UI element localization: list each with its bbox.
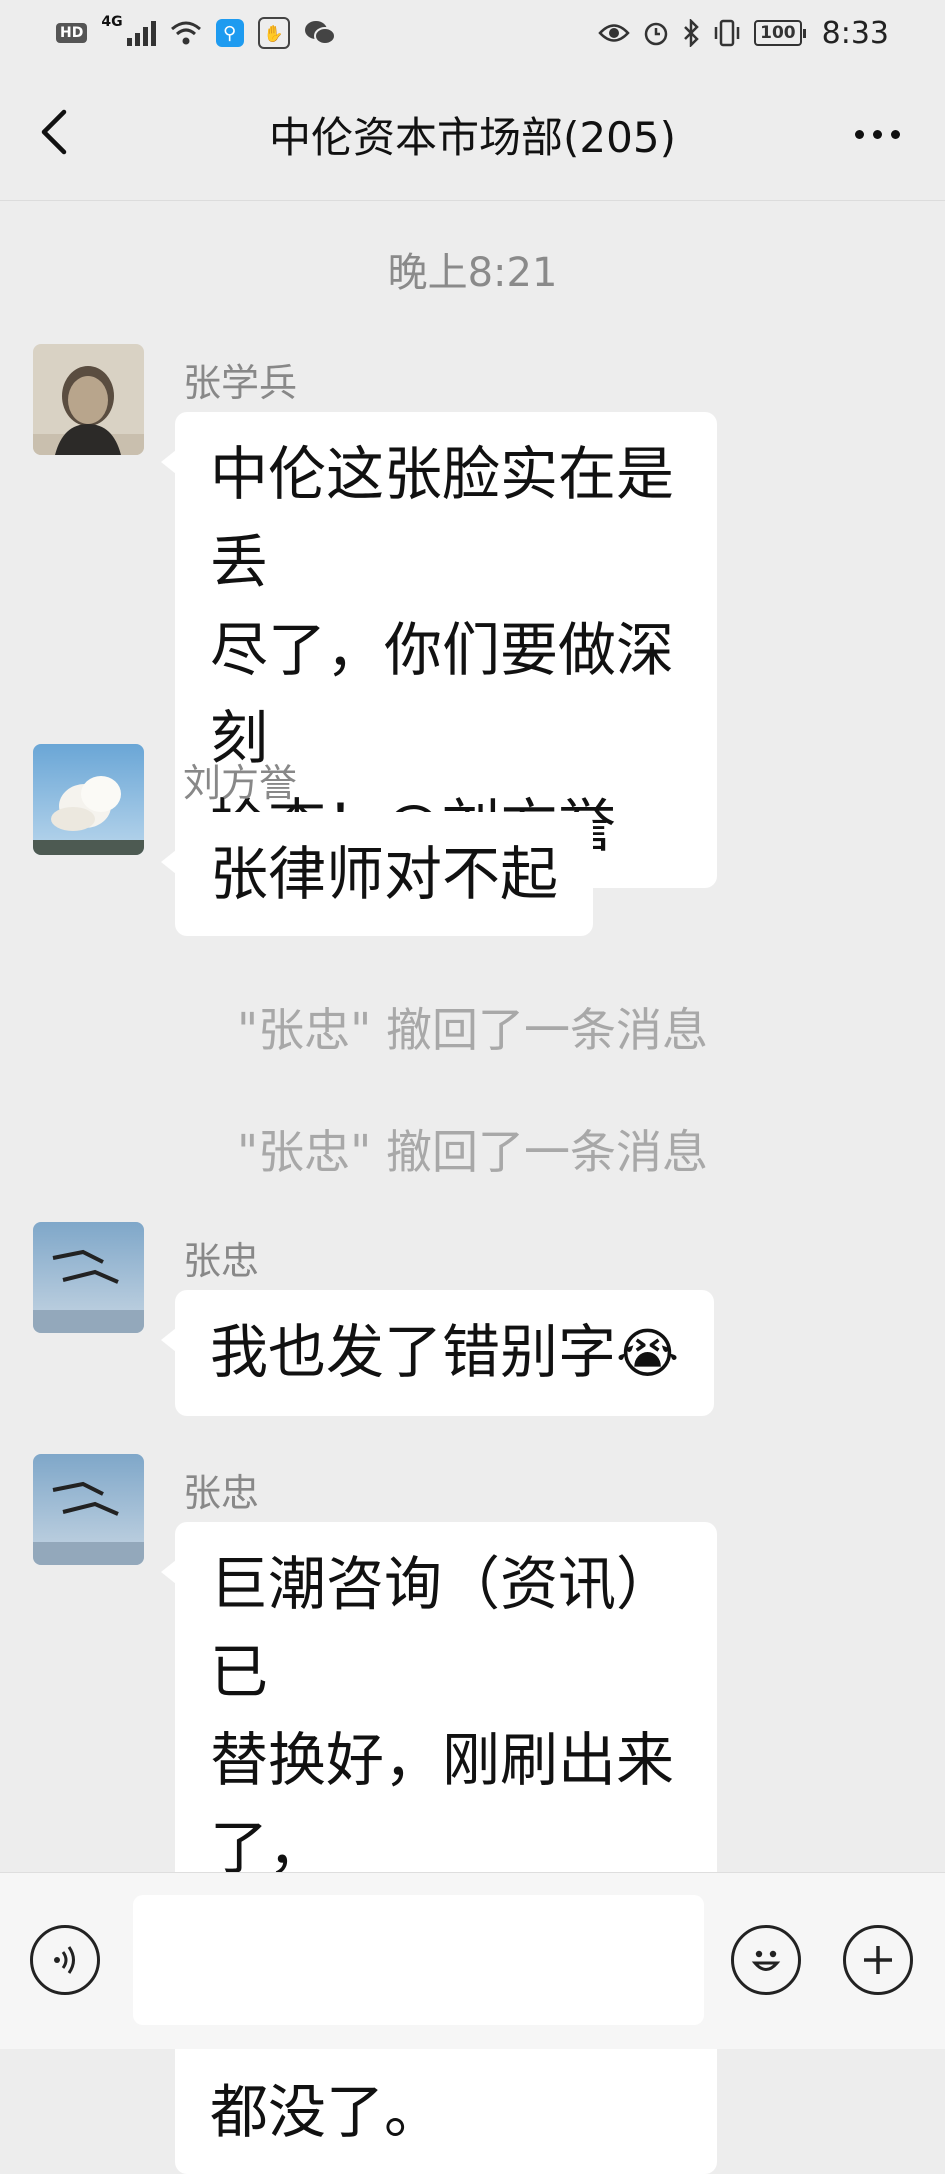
time-divider: 晚上8:21 xyxy=(387,250,558,296)
voice-icon xyxy=(54,1946,75,1974)
bluetooth-icon xyxy=(684,19,699,47)
more-actions-button[interactable] xyxy=(843,1925,913,1995)
message-bubble[interactable]: 巨潮咨询（资讯）已 替换好，刚刷出来了， 原链接点开已经什么 都没了。 xyxy=(161,1522,717,2174)
more-dot-icon xyxy=(872,129,882,139)
input-bar xyxy=(0,1872,945,2049)
emoji-icon xyxy=(751,1950,781,1971)
chat-title: 中伦资本市场部(205) xyxy=(269,113,676,162)
eye-icon xyxy=(598,24,630,42)
message-bubble[interactable]: 张律师对不起 xyxy=(160,812,594,936)
recall-notice: "张忠" 撤回了一条消息 xyxy=(237,1003,708,1057)
vibrate-icon xyxy=(714,19,740,47)
wifi-icon xyxy=(170,21,201,45)
alarm-icon xyxy=(644,22,668,46)
more-dot-icon xyxy=(890,129,900,139)
sender-name: 张忠 xyxy=(183,1239,260,1283)
hand-app-icon: ✋ xyxy=(257,17,290,49)
more-options-button[interactable] xyxy=(837,104,917,164)
message-bubble[interactable]: 我也发了错别字😭 xyxy=(160,1290,715,1416)
clock: 8:33 xyxy=(821,15,889,51)
message-text: 我也发了错别字 xyxy=(210,1318,617,1386)
avatar[interactable] xyxy=(33,1222,144,1333)
network-label: 4G xyxy=(101,14,123,30)
avatar[interactable] xyxy=(33,344,144,455)
laughing-crying-emoji-icon: 😭 xyxy=(616,1322,680,1385)
signal-icon xyxy=(126,20,156,46)
battery-icon: 100 xyxy=(754,20,806,46)
avatar[interactable] xyxy=(33,744,144,855)
hd-indicator: HD xyxy=(56,23,88,43)
sender-name: 张忠 xyxy=(183,1471,260,1515)
nav-bar: 中伦资本市场部(205) xyxy=(0,66,945,201)
wechat-icon xyxy=(304,21,336,45)
status-bar: HD 4G ⚲ ✋ 100 8:33 xyxy=(0,0,945,66)
message-input[interactable] xyxy=(133,1895,704,2025)
avatar[interactable] xyxy=(33,1454,144,1565)
search-app-icon: ⚲ xyxy=(215,19,244,47)
voice-button[interactable] xyxy=(30,1925,100,1995)
sender-name: 刘方誉 xyxy=(183,761,298,805)
more-dot-icon xyxy=(854,129,864,139)
plus-icon xyxy=(864,1946,892,1974)
emoji-button[interactable] xyxy=(731,1925,801,1995)
recall-notice: "张忠" 撤回了一条消息 xyxy=(237,1125,708,1179)
sender-name: 张学兵 xyxy=(183,361,298,405)
